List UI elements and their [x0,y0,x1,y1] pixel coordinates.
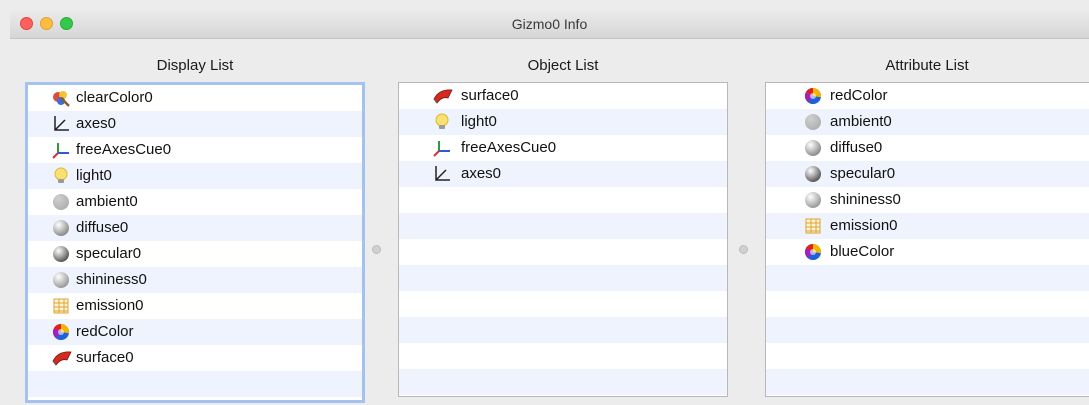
ambient-sphere-icon [52,193,70,211]
color-wheel-icon [804,243,822,261]
specular-sphere-icon [52,245,70,263]
attribute-list-item[interactable]: specular0 [766,161,1089,187]
display-list-rows: clearColor0 axes0 freeAxesCue0 light0 ambien… [28,85,362,397]
empty-row [399,213,727,239]
surface-icon [52,349,72,367]
attribute-list-item-label: ambient0 [830,113,892,130]
empty-row [399,265,727,291]
empty-row [28,371,362,397]
emission-icon [804,217,822,235]
diffuse-sphere-icon [52,219,70,237]
object-list-header: Object List [527,57,599,74]
specular-sphere-icon [804,165,822,183]
axes-icon [433,165,451,183]
display-list-item[interactable]: shininess0 [28,267,362,293]
attribute-list-header: Attribute List [885,57,969,74]
emission-icon [52,297,70,315]
attribute-list-item[interactable]: redColor [766,83,1089,109]
attribute-list-rows: redColor ambient0 diffuse0 specular0 shinine… [766,83,1089,395]
attribute-list[interactable]: redColor ambient0 diffuse0 specular0 shinine… [765,82,1089,397]
object-list-item-label: light0 [461,113,497,130]
display-list-item-label: light0 [76,167,112,184]
display-list-item-label: emission0 [76,297,144,314]
display-list-item-label: ambient0 [76,193,138,210]
shininess-sphere-icon [52,271,70,289]
object-list-item-label: axes0 [461,165,502,182]
display-list-item-label: clearColor0 [76,89,153,106]
object-list-item[interactable]: axes0 [399,161,727,187]
empty-row [399,369,727,395]
attribute-list-item[interactable]: ambient0 [766,109,1089,135]
display-list-item[interactable]: surface0 [28,345,362,371]
object-list-rows: surface0 light0 freeAxesCue0 axes0 [399,83,727,395]
window-content: Display List Object List Attribute List … [10,39,1089,405]
empty-row [399,187,727,213]
free-axes-cue-icon [52,141,70,159]
display-list-item[interactable]: emission0 [28,293,362,319]
object-list-item[interactable]: light0 [399,109,727,135]
display-list-item-label: specular0 [76,245,142,262]
display-list-item[interactable]: redColor [28,319,362,345]
shininess-sphere-icon [804,191,822,209]
empty-row [399,317,727,343]
object-list-item-label: freeAxesCue0 [461,139,557,156]
empty-row [399,291,727,317]
attribute-list-item-label: diffuse0 [830,139,883,156]
display-list-item[interactable]: clearColor0 [28,85,362,111]
axes-icon [52,115,70,133]
attribute-list-item-label: emission0 [830,217,898,234]
window-title: Gizmo0 Info [511,16,588,32]
light-bulb-icon [52,167,70,185]
display-list-item[interactable]: axes0 [28,111,362,137]
light-bulb-icon [433,113,451,131]
attribute-list-item-label: blueColor [830,243,895,260]
display-list-item-label: redColor [76,323,134,340]
color-wheel-icon [52,323,70,341]
attribute-list-item[interactable]: shininess0 [766,187,1089,213]
attribute-list-item-label: specular0 [830,165,896,182]
splitter-handle-left[interactable] [372,245,381,254]
splitter-handle-right[interactable] [739,245,748,254]
attribute-list-item[interactable]: blueColor [766,239,1089,265]
object-list-item[interactable]: surface0 [399,83,727,109]
display-list-item[interactable]: light0 [28,163,362,189]
display-list-item[interactable]: diffuse0 [28,215,362,241]
display-list-item[interactable]: ambient0 [28,189,362,215]
empty-row [399,239,727,265]
attribute-list-item[interactable]: emission0 [766,213,1089,239]
empty-row [766,343,1089,369]
empty-row [766,265,1089,291]
clear-color-icon [52,89,70,107]
empty-row [766,317,1089,343]
surface-icon [433,87,453,105]
display-list-item[interactable]: specular0 [28,241,362,267]
ambient-sphere-icon [804,113,822,131]
color-wheel-icon [804,87,822,105]
empty-row [766,369,1089,395]
display-list-item-label: surface0 [76,349,134,366]
display-list[interactable]: clearColor0 axes0 freeAxesCue0 light0 ambien… [25,82,365,403]
attribute-list-item[interactable]: diffuse0 [766,135,1089,161]
display-list-header: Display List [156,57,234,74]
display-list-item[interactable]: freeAxesCue0 [28,137,362,163]
title-bar: Gizmo0 Info [10,10,1089,39]
display-list-item-label: shininess0 [76,271,147,288]
display-list-item-label: axes0 [76,115,117,132]
empty-row [399,343,727,369]
display-list-item-label: freeAxesCue0 [76,141,172,158]
object-list-item-label: surface0 [461,87,519,104]
free-axes-cue-icon [433,139,451,157]
display-list-item-label: diffuse0 [76,219,129,236]
attribute-list-item-label: shininess0 [830,191,901,208]
diffuse-sphere-icon [804,139,822,157]
object-list-item[interactable]: freeAxesCue0 [399,135,727,161]
empty-row [766,291,1089,317]
object-list[interactable]: surface0 light0 freeAxesCue0 axes0 [398,82,728,397]
attribute-list-item-label: redColor [830,87,888,104]
